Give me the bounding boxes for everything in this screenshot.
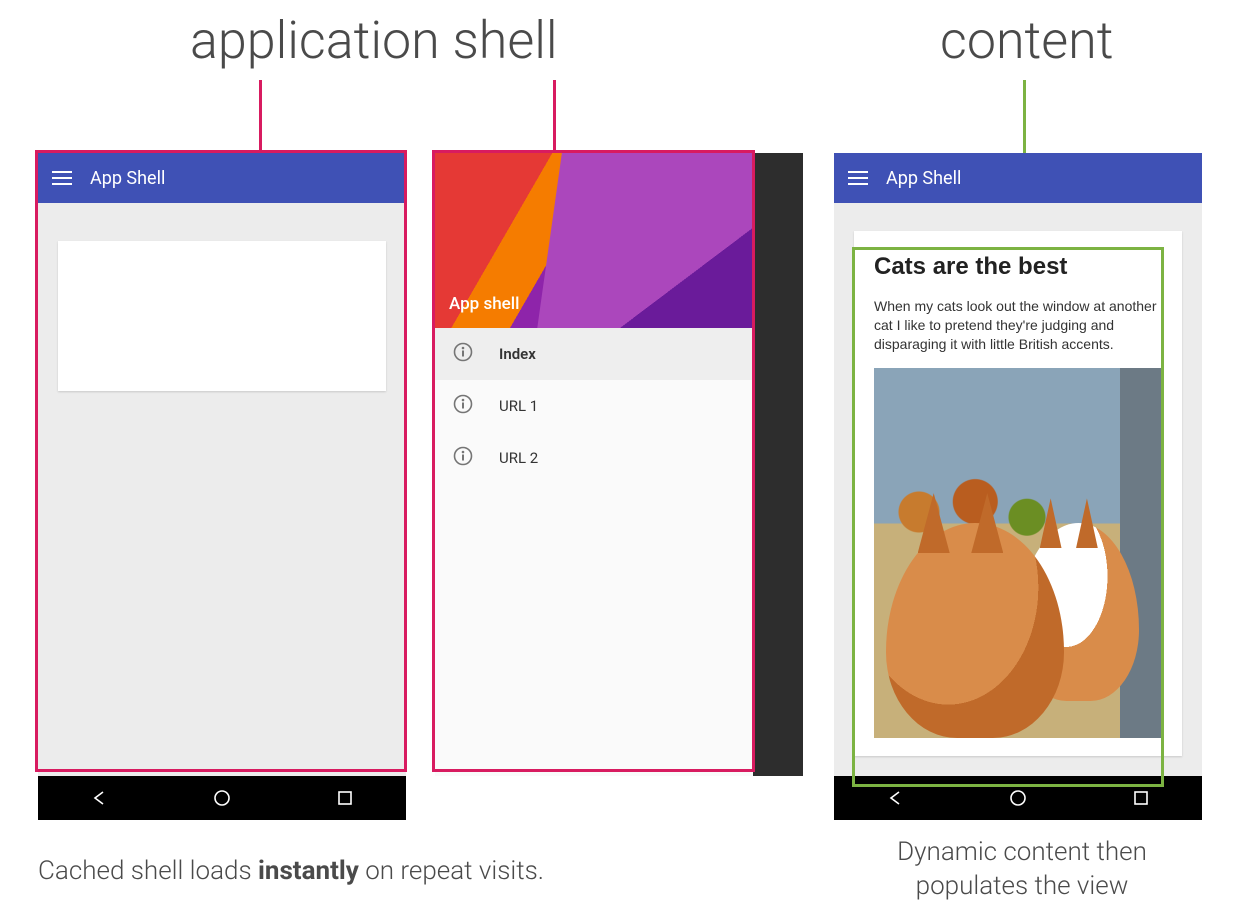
caption-content: Dynamic content then populates the view <box>852 836 1192 904</box>
nav-recent-icon[interactable] <box>337 790 353 806</box>
highlight-frame-drawer <box>432 150 755 772</box>
nav-recent-icon[interactable] <box>1133 790 1149 806</box>
caption-emphasis: instantly <box>258 856 359 886</box>
connector-line <box>259 80 262 150</box>
heading-app-shell: application shell <box>190 10 558 71</box>
android-navbar <box>38 776 406 820</box>
app-bar: App Shell <box>834 153 1202 203</box>
highlight-frame-shell <box>35 150 407 772</box>
caption-shell: Cached shell loads instantly on repeat v… <box>38 856 544 886</box>
caption-text: Cached shell loads <box>38 856 258 886</box>
nav-back-icon[interactable] <box>887 790 903 806</box>
highlight-frame-content <box>852 247 1164 787</box>
connector-line <box>553 80 556 150</box>
caption-text: on repeat visits. <box>359 856 544 886</box>
app-title: App Shell <box>886 168 961 189</box>
nav-back-icon[interactable] <box>91 790 107 806</box>
heading-content: content <box>940 10 1114 71</box>
hamburger-icon[interactable] <box>848 171 868 185</box>
nav-home-icon[interactable] <box>1009 789 1027 807</box>
nav-home-icon[interactable] <box>213 789 231 807</box>
